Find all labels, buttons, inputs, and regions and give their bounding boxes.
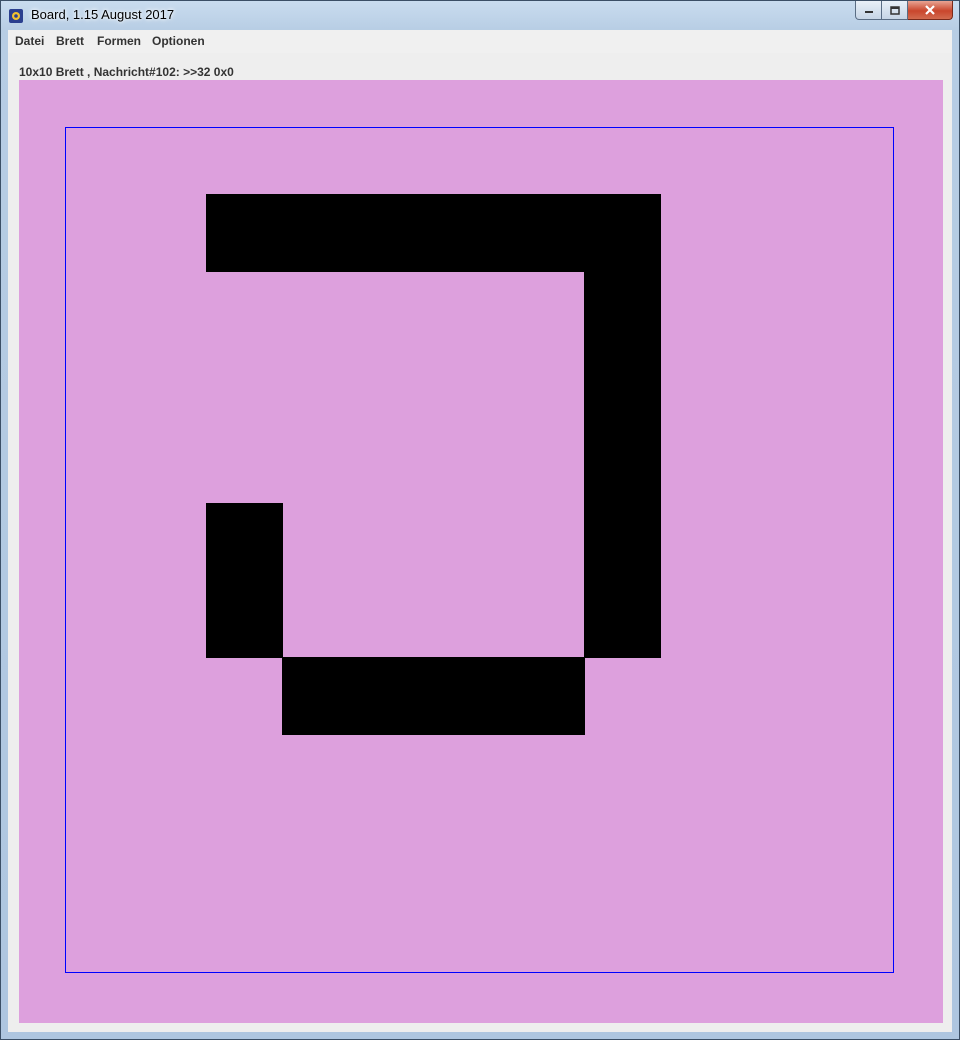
window-title: Board, 1.15 August 2017 — [31, 7, 175, 22]
board-app-icon[interactable] — [8, 8, 24, 24]
board-cell-filled[interactable] — [206, 580, 283, 658]
board-panel[interactable] — [19, 80, 943, 1023]
status-message: 10x10 Brett , Nachricht#102: >>32 0x0 — [19, 65, 234, 79]
board-cell-filled[interactable] — [282, 194, 358, 272]
board-cell-filled[interactable] — [508, 657, 585, 735]
client-area: 10x10 Brett , Nachricht#102: >>32 0x0 — [8, 53, 952, 1032]
maximize-button[interactable] — [882, 1, 908, 20]
minimize-button[interactable] — [855, 1, 882, 20]
board-window: Board, 1.15 August 2017 Datei Brett Form… — [0, 0, 960, 1040]
menu-brett[interactable]: Brett — [56, 34, 84, 48]
board-cell-filled[interactable] — [584, 503, 661, 581]
close-icon — [925, 5, 935, 15]
board-cell-filled[interactable] — [206, 194, 283, 272]
board-cell-filled[interactable] — [584, 348, 661, 427]
menu-bar: Datei Brett Formen Optionen — [8, 30, 952, 54]
title-bar[interactable]: Board, 1.15 August 2017 — [1, 1, 959, 30]
window-controls — [855, 1, 953, 20]
minimize-icon — [864, 11, 873, 13]
board-cell-filled[interactable] — [433, 194, 509, 272]
board-cell-filled[interactable] — [433, 657, 509, 735]
menu-optionen[interactable]: Optionen — [152, 34, 205, 48]
board-cell-filled[interactable] — [357, 194, 434, 272]
maximize-icon — [889, 5, 900, 15]
board-cell-filled[interactable] — [282, 657, 358, 735]
menu-datei[interactable]: Datei — [15, 34, 44, 48]
menu-formen[interactable]: Formen — [97, 34, 141, 48]
board-cell-filled[interactable] — [357, 657, 434, 735]
board-cell-filled[interactable] — [584, 580, 661, 658]
close-button[interactable] — [908, 1, 953, 20]
board-cell-filled[interactable] — [584, 271, 661, 349]
board-cell-filled[interactable] — [206, 503, 283, 581]
board-cell-filled[interactable] — [508, 194, 585, 272]
board-cell-filled[interactable] — [584, 194, 661, 272]
board-cell-filled[interactable] — [584, 426, 661, 504]
